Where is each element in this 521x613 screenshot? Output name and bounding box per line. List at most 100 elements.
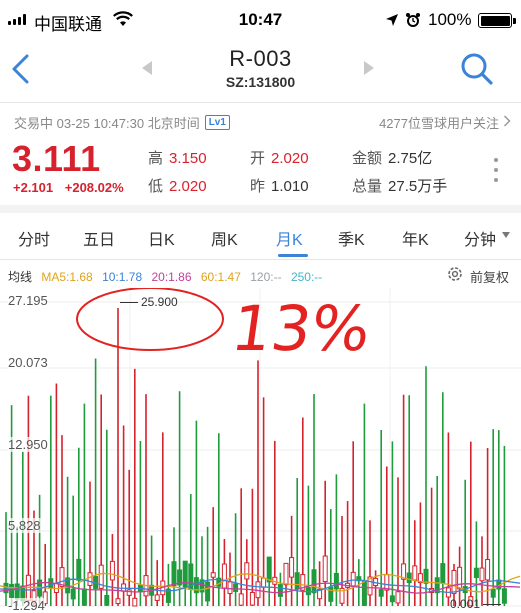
candle-body bbox=[70, 588, 76, 600]
change-percent: +208.02% bbox=[64, 180, 124, 195]
y-tick-label: 12.950 bbox=[8, 437, 48, 452]
candle-body bbox=[9, 583, 15, 598]
tab-daily-k[interactable]: 日K bbox=[148, 226, 175, 250]
tabs-divider bbox=[0, 259, 521, 260]
tab-minute[interactable]: 分钟 bbox=[464, 226, 496, 250]
kline-svg: 13% bbox=[0, 288, 521, 613]
open-label: 开 bbox=[250, 150, 266, 167]
ma120-value: 120:-- bbox=[250, 270, 282, 284]
candle-body bbox=[59, 567, 65, 588]
prev-close-value: 1.010 bbox=[271, 178, 309, 195]
candle-body bbox=[233, 583, 239, 592]
location-icon bbox=[386, 14, 398, 26]
max-price-label: 25.900 bbox=[141, 295, 178, 309]
nav-bar: R-003 SZ:131800 bbox=[0, 40, 521, 102]
candle-body bbox=[266, 556, 272, 583]
tab-five-day[interactable]: 五日 bbox=[83, 226, 115, 250]
candle-body bbox=[451, 569, 457, 595]
tab-yearly-k[interactable]: 年K bbox=[402, 226, 429, 250]
chevron-right-icon[interactable] bbox=[503, 115, 511, 127]
alarm-icon bbox=[406, 13, 420, 27]
y-tick-label: 5.828 bbox=[8, 518, 41, 533]
battery-icon bbox=[478, 13, 512, 28]
followers-count[interactable]: 4277位雪球用户关注 bbox=[379, 113, 499, 132]
amount-field: 金额 2.75亿 bbox=[352, 147, 432, 168]
amount-value: 2.75亿 bbox=[388, 150, 433, 167]
settings-gear-icon[interactable] bbox=[447, 266, 463, 282]
candle-body bbox=[210, 572, 216, 578]
candle-body bbox=[311, 569, 317, 594]
section-gap bbox=[0, 205, 521, 213]
trade-status-text: 交易中 03-25 10:47:30 北京时间 bbox=[14, 116, 200, 131]
candle-body bbox=[87, 572, 93, 586]
candle-body bbox=[322, 555, 328, 583]
adjust-mode-label[interactable]: 前复权 bbox=[470, 267, 509, 286]
high-label: 高 bbox=[148, 150, 164, 167]
open-field: 开 2.020 bbox=[250, 147, 309, 168]
candle-body bbox=[294, 572, 300, 590]
kline-chart[interactable]: 13% bbox=[0, 288, 521, 613]
prev-close-field: 昨 1.010 bbox=[250, 175, 309, 196]
min-price-label: 0.001 bbox=[450, 597, 481, 611]
candle-body bbox=[333, 572, 339, 590]
candle-body bbox=[406, 572, 412, 584]
candle-body bbox=[132, 597, 138, 607]
status-bar: 中国联通 10:47 100% bbox=[0, 0, 521, 40]
prev-close-label: 昨 bbox=[250, 178, 266, 195]
candle-body bbox=[412, 565, 418, 581]
candle-body bbox=[328, 586, 334, 602]
stock-code: SZ:131800 bbox=[225, 74, 296, 90]
battery-tip bbox=[513, 18, 516, 24]
candle-body bbox=[249, 591, 255, 606]
next-triangle-icon[interactable] bbox=[362, 60, 376, 76]
volume-field: 总量 27.5万手 bbox=[352, 175, 447, 196]
tab-weekly-k[interactable]: 周K bbox=[211, 226, 238, 250]
battery-percentage: 100% bbox=[428, 10, 472, 29]
tab-monthly-k[interactable]: 月K bbox=[276, 226, 303, 250]
low-value: 2.020 bbox=[169, 178, 207, 195]
volume-label: 总量 bbox=[352, 178, 383, 195]
candle-body bbox=[457, 566, 463, 590]
candle-body bbox=[389, 595, 395, 603]
y-tick-label: 27.195 bbox=[8, 293, 48, 308]
low-label: 低 bbox=[148, 178, 164, 195]
candle-body bbox=[423, 568, 429, 584]
y-tick-label: 20.073 bbox=[8, 355, 48, 370]
current-price: 3.111 bbox=[12, 138, 101, 179]
candle-body bbox=[109, 560, 115, 581]
ma-legend-label: 均线 bbox=[8, 270, 33, 284]
stock-title: R-003 bbox=[229, 46, 292, 71]
candle-body bbox=[154, 594, 160, 601]
dropdown-triangle-icon[interactable] bbox=[502, 232, 510, 238]
level-badge[interactable]: Lv1 bbox=[204, 115, 230, 130]
candle-body bbox=[283, 562, 289, 586]
candle-body bbox=[479, 567, 485, 582]
candle-body bbox=[221, 563, 227, 589]
ma20-value: 20:1.86 bbox=[151, 270, 192, 284]
max-price-annotation: 25.900 bbox=[120, 295, 178, 309]
ma-legend: 均线 MA5:1.68 10:1.78 20:1.86 60:1.47 120:… bbox=[8, 268, 328, 285]
candle-body bbox=[490, 588, 496, 598]
low-field: 低 2.020 bbox=[148, 175, 207, 196]
ma250-value: 250:-- bbox=[290, 270, 323, 284]
active-tab-indicator bbox=[278, 254, 308, 257]
candle-body bbox=[171, 561, 177, 587]
tab-quarterly-k[interactable]: 季K bbox=[338, 226, 365, 250]
y-tick-label: -1.294 bbox=[8, 598, 45, 613]
candle-body bbox=[76, 558, 82, 581]
more-options-icon[interactable] bbox=[493, 158, 499, 182]
tab-intraday[interactable]: 分时 bbox=[18, 226, 50, 250]
search-icon[interactable] bbox=[458, 50, 494, 86]
candle-body bbox=[14, 583, 20, 600]
candle-body bbox=[501, 588, 507, 604]
handwritten-note: 13% bbox=[227, 292, 375, 365]
ma5-value: MA5:1.68 bbox=[41, 270, 93, 284]
trade-info: 交易中 03-25 10:47:30 北京时间 Lv1 bbox=[14, 113, 230, 132]
candle-body bbox=[115, 598, 121, 605]
candle-body bbox=[289, 557, 295, 578]
candle-body bbox=[361, 580, 367, 606]
nav-divider bbox=[0, 102, 521, 103]
period-tabs: 分时 五日 日K 周K 月K 季K 年K 分钟 bbox=[0, 214, 521, 259]
open-value: 2.020 bbox=[271, 150, 309, 167]
candle-body bbox=[205, 581, 211, 602]
